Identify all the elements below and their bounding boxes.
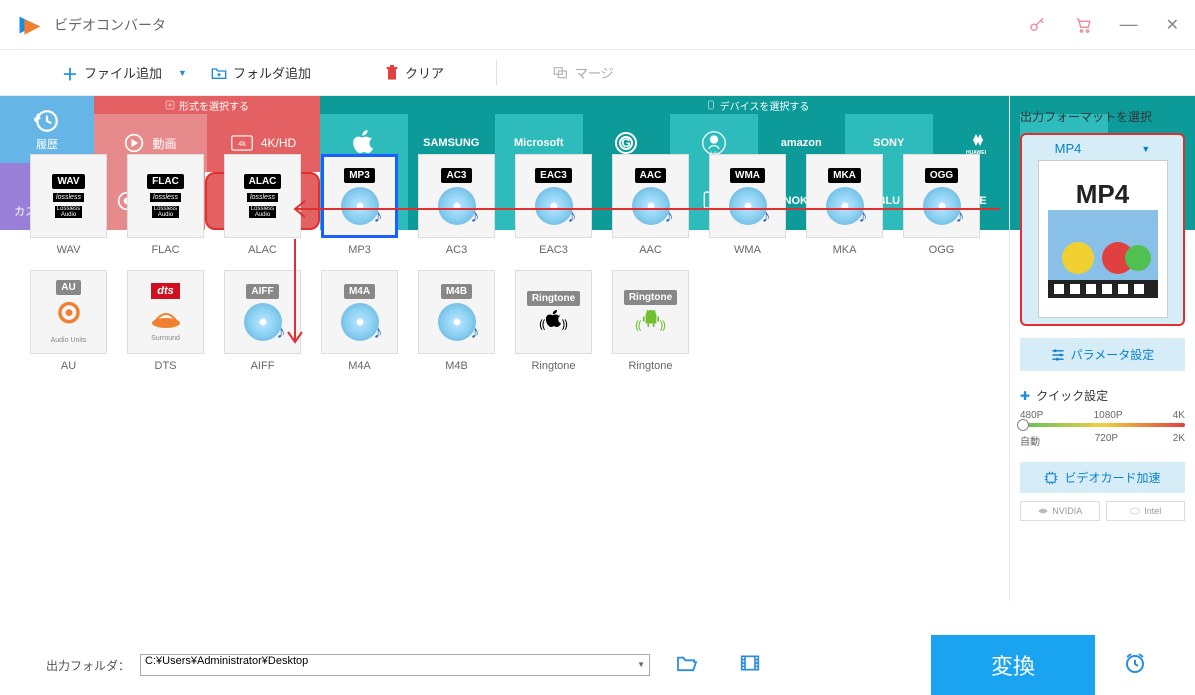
q-auto: 自動 (1020, 433, 1040, 448)
preview-format-big: MP4 (1076, 179, 1129, 210)
param-label: パラメータ設定 (1071, 346, 1155, 363)
titlebar: ビデオコンバータ — ✕ (0, 0, 1195, 50)
gpu-accel-button[interactable]: ビデオカード加速 (1020, 462, 1185, 493)
format-ringtone[interactable]: Ringtone⸨⸩Ringtone (612, 270, 689, 372)
schedule-button[interactable] (1105, 651, 1165, 680)
convert-button[interactable]: 変換 (931, 635, 1095, 695)
trash-icon (385, 65, 399, 81)
format-dts[interactable]: dtsSurroundDTS (127, 270, 204, 372)
right-panel: 出力フォーマットを選択 MP4 ▼ MP4 (1009, 96, 1195, 601)
format-mka[interactable]: MKAMKA (806, 154, 883, 256)
add-file-button[interactable]: ＋ ファイル追加 ▼ (50, 61, 199, 85)
output-folder-label: 出力フォルダ： (46, 657, 130, 674)
format-label: FLAC (151, 244, 179, 256)
clear-label: クリア (405, 63, 444, 82)
format-m4b[interactable]: M4BM4B (418, 270, 495, 372)
gpu-label: ビデオカード加速 (1064, 469, 1160, 486)
format-label: WAV (57, 244, 81, 256)
format-m4a[interactable]: M4AM4A (321, 270, 398, 372)
preview-thumbnail (1048, 210, 1158, 300)
nvidia-icon (1037, 506, 1049, 516)
format-label: AC3 (446, 244, 467, 256)
app-title: ビデオコンバータ (54, 15, 1028, 35)
output-folder-input[interactable]: C:¥Users¥Administrator¥Desktop (140, 654, 650, 676)
format-grid: WAVlosslessLossless AudioWAV FLAClossless… (18, 134, 995, 392)
folder-open-icon (676, 654, 698, 672)
cart-icon[interactable] (1074, 16, 1092, 34)
format-label: M4A (348, 360, 371, 372)
format-label: Ringtone (628, 360, 672, 372)
format-wav[interactable]: WAVlosslessLossless AudioWAV (30, 154, 107, 256)
format-tab-icon (165, 100, 175, 110)
minimize-button[interactable]: — (1120, 14, 1138, 35)
format-label: EAC3 (539, 244, 568, 256)
convert-label: 変換 (991, 649, 1035, 681)
format-label: M4B (445, 360, 468, 372)
format-ac3[interactable]: AC3AC3 (418, 154, 495, 256)
output-preview[interactable]: MP4 ▼ MP4 (1020, 133, 1185, 326)
format-label: ALAC (248, 244, 277, 256)
q-2k: 2K (1173, 433, 1185, 448)
format-eac3[interactable]: EAC3EAC3 (515, 154, 592, 256)
format-aiff[interactable]: AIFFAIFF (224, 270, 301, 372)
film-icon (740, 654, 760, 672)
folder-plus-icon (211, 66, 227, 80)
quick-settings-title: ✚ クイック設定 (1020, 387, 1185, 404)
sliders-icon (1051, 348, 1065, 362)
add-folder-button[interactable]: フォルダ追加 (199, 63, 323, 82)
key-icon[interactable] (1028, 16, 1046, 34)
chevron-down-icon: ▼ (1141, 144, 1150, 154)
output-path: C:¥Users¥Administrator¥Desktop (145, 655, 308, 667)
parameter-settings-button[interactable]: パラメータ設定 (1020, 338, 1185, 371)
nvidia-badge: NVIDIA (1020, 501, 1100, 521)
format-ringtone[interactable]: Ringtone⸨⸩Ringtone (515, 270, 592, 372)
format-label: Ringtone (531, 360, 575, 372)
close-button[interactable]: ✕ (1166, 15, 1179, 35)
merge-icon (553, 66, 569, 80)
device-tab-label: デバイスを選択する (720, 98, 810, 113)
film-button[interactable] (724, 654, 776, 677)
bottom-bar: 出力フォルダ： C:¥Users¥Administrator¥Desktop 変… (0, 635, 1195, 695)
format-label: AU (61, 360, 76, 372)
format-wma[interactable]: WMAWMA (709, 154, 786, 256)
format-label: DTS (155, 360, 177, 372)
format-au[interactable]: AUAudio UnitsAU (30, 270, 107, 372)
quick-label: クイック設定 (1036, 387, 1108, 404)
quality-slider[interactable] (1020, 423, 1185, 427)
format-tab[interactable]: 形式を選択する (94, 96, 320, 114)
intel-icon (1129, 506, 1141, 516)
app-logo-icon (16, 11, 44, 39)
open-folder-button[interactable] (660, 654, 714, 677)
q-4k: 4K (1173, 410, 1185, 421)
format-label: MKA (833, 244, 857, 256)
merge-label: マージ (575, 63, 614, 82)
preview-format-label: MP4 (1055, 141, 1082, 156)
add-file-label: ファイル追加 (84, 63, 162, 82)
format-tab-label: 形式を選択する (179, 98, 249, 113)
add-folder-label: フォルダ追加 (233, 63, 311, 82)
format-flac[interactable]: FLAClosslessLossless AudioFLAC (127, 154, 204, 256)
merge-button[interactable]: マージ (541, 63, 626, 82)
format-label: AIFF (251, 360, 275, 372)
format-label: OGG (929, 244, 955, 256)
format-label: AAC (639, 244, 662, 256)
toolbar: ＋ ファイル追加 ▼ フォルダ追加 クリア マージ (0, 50, 1195, 96)
clear-button[interactable]: クリア (373, 63, 456, 82)
format-aac[interactable]: AACAAC (612, 154, 689, 256)
q-1080p: 1080P (1094, 410, 1123, 421)
device-tab-icon (706, 100, 716, 110)
format-ogg[interactable]: OGGOGG (903, 154, 980, 256)
output-format-title: 出力フォーマットを選択 (1020, 108, 1185, 125)
format-mp3[interactable]: MP3MP3 (321, 154, 398, 256)
clock-icon (1123, 651, 1147, 675)
q-720p: 720P (1095, 433, 1118, 448)
chip-icon (1044, 471, 1058, 485)
intel-badge: Intel (1106, 501, 1186, 521)
format-alac[interactable]: ALAClosslessLossless AudioALAC (224, 154, 301, 256)
history-icon (34, 108, 60, 134)
format-label: MP3 (348, 244, 371, 256)
format-label: WMA (734, 244, 761, 256)
